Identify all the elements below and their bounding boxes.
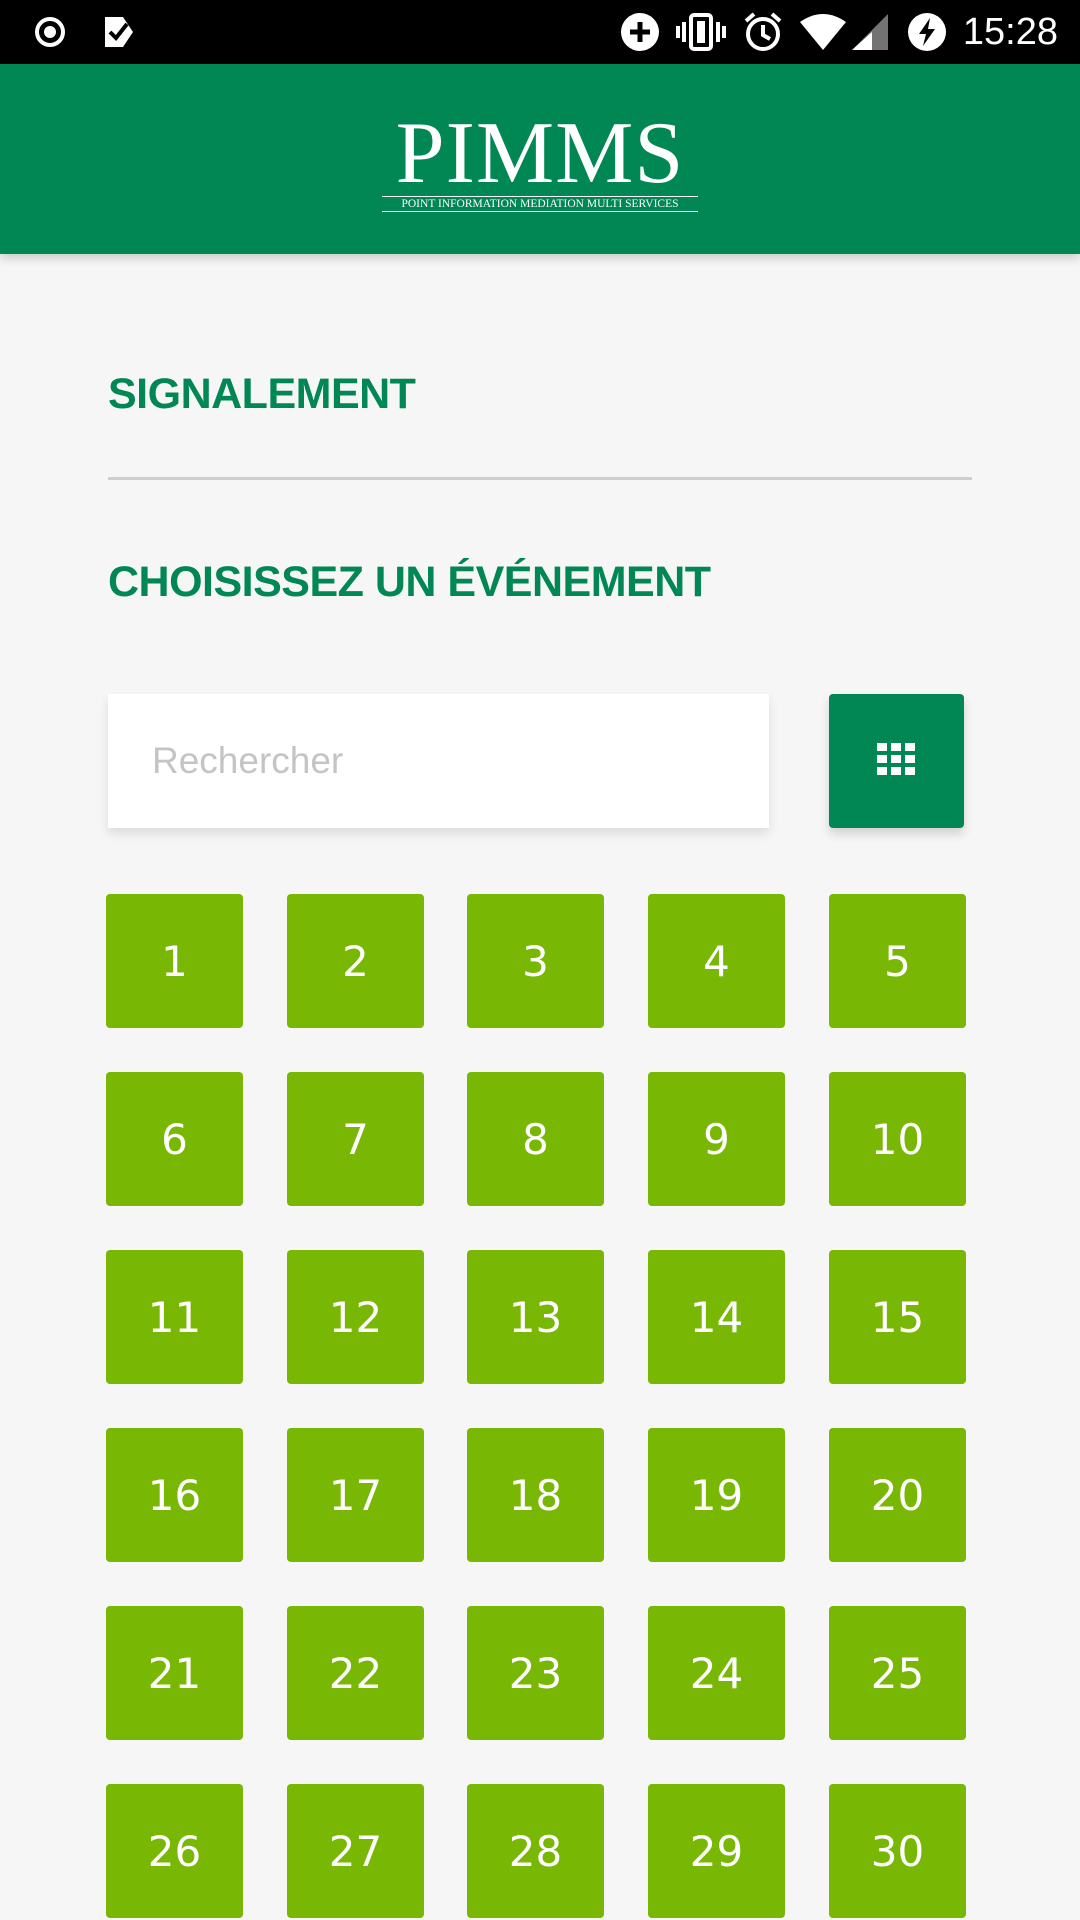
event-tile-button[interactable]: 19 <box>648 1428 785 1562</box>
check-tag-icon <box>96 12 140 52</box>
event-tile-button[interactable]: 2 <box>287 894 424 1028</box>
event-tile-button[interactable]: 12 <box>287 1250 424 1384</box>
event-tile-button[interactable]: 5 <box>829 894 966 1028</box>
logo-subtitle: POINT INFORMATION MEDIATION MULTI SERVIC… <box>382 196 698 212</box>
event-tile-button[interactable]: 29 <box>648 1784 785 1918</box>
event-tile-button[interactable]: 16 <box>106 1428 243 1562</box>
event-tile-button[interactable]: 15 <box>829 1250 966 1384</box>
event-tile-button[interactable]: 27 <box>287 1784 424 1918</box>
clock-time: 15:28 <box>962 11 1058 53</box>
event-tile-button[interactable]: 8 <box>467 1072 604 1206</box>
signal-icon <box>850 12 890 52</box>
event-tile-button[interactable]: 24 <box>648 1606 785 1740</box>
event-tile-button[interactable]: 26 <box>106 1784 243 1918</box>
event-prompt-heading: CHOISISSEZ UN ÉVÉNEMENT <box>108 558 711 606</box>
event-tile-button[interactable]: 4 <box>648 894 785 1028</box>
event-tile-button[interactable]: 9 <box>648 1072 785 1206</box>
grid-view-toggle-button[interactable] <box>829 694 964 828</box>
event-tile-button[interactable]: 30 <box>829 1784 966 1918</box>
vibrate-icon <box>676 12 726 52</box>
event-tile-button[interactable]: 14 <box>648 1250 785 1384</box>
logo-wordmark: PIMMS <box>395 105 685 202</box>
event-tile-button[interactable]: 22 <box>287 1606 424 1740</box>
page-title: SIGNALEMENT <box>108 370 416 418</box>
pimms-logo: PIMMS POINT INFORMATION MEDIATION MULTI … <box>378 105 702 214</box>
event-tile-button[interactable]: 1 <box>106 894 243 1028</box>
event-tile-button[interactable]: 7 <box>287 1072 424 1206</box>
grid-view-icon <box>876 743 917 779</box>
event-tile-button[interactable]: 28 <box>467 1784 604 1918</box>
event-tile-button[interactable]: 11 <box>106 1250 243 1384</box>
radio-button-icon <box>30 12 70 52</box>
alarm-icon <box>740 12 786 52</box>
divider <box>108 477 972 480</box>
app-header: PIMMS POINT INFORMATION MEDIATION MULTI … <box>0 64 1080 254</box>
event-tile-button[interactable]: 10 <box>829 1072 966 1206</box>
status-bar: 15:28 <box>0 0 1080 64</box>
event-tile-button[interactable]: 20 <box>829 1428 966 1562</box>
event-tile-button[interactable]: 21 <box>106 1606 243 1740</box>
event-tile-button[interactable]: 3 <box>467 894 604 1028</box>
wifi-icon <box>798 12 848 52</box>
event-tile-button[interactable]: 23 <box>467 1606 604 1740</box>
battery-charging-icon <box>904 12 950 52</box>
event-tile-button[interactable]: 18 <box>467 1428 604 1562</box>
event-tile-button[interactable]: 25 <box>829 1606 966 1740</box>
event-tile-button[interactable]: 6 <box>106 1072 243 1206</box>
search-input[interactable] <box>108 694 769 828</box>
event-tile-button[interactable]: 13 <box>467 1250 604 1384</box>
event-tile-button[interactable]: 17 <box>287 1428 424 1562</box>
add-circle-icon <box>618 12 662 52</box>
